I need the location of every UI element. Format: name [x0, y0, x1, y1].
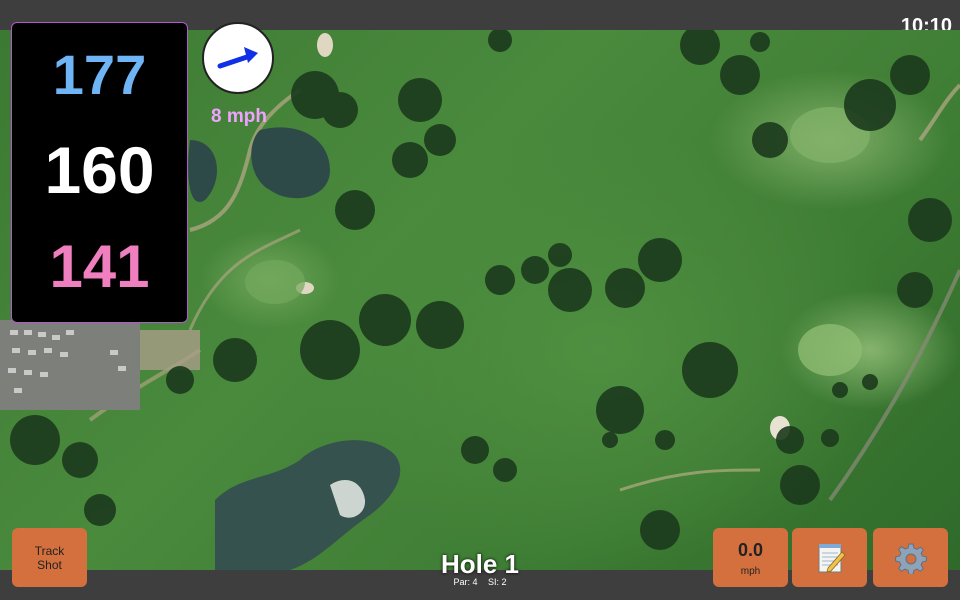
settings-button[interactable]: [873, 528, 948, 587]
wind-direction-dial: [202, 22, 274, 94]
distance-front: 141: [49, 233, 150, 300]
distance-back: 177: [52, 43, 147, 106]
track-shot-label-line1: Track: [34, 544, 65, 558]
wind-speed-label: 8 mph: [211, 106, 267, 127]
distance-panel: 177 160 141: [11, 22, 188, 323]
gear-icon: [894, 543, 927, 574]
speed-button[interactable]: 0.0 mph: [713, 528, 788, 587]
track-shot-button[interactable]: Track Shot: [12, 528, 87, 587]
hole-par: Par: 4: [453, 577, 478, 587]
distance-middle: 160: [44, 133, 155, 207]
hole-info: Par: 4 SI: 2: [400, 577, 560, 587]
speed-unit: mph: [740, 566, 761, 577]
notepad-icon: [818, 543, 846, 573]
hole-stroke-index: SI: 2: [488, 577, 507, 587]
hole-title: Hole 1: [440, 549, 520, 579]
speed-value: 0.0: [737, 540, 764, 560]
wind-arrow-icon: [217, 47, 258, 69]
notes-button[interactable]: [792, 528, 867, 587]
track-shot-label-line2: Shot: [37, 558, 62, 572]
